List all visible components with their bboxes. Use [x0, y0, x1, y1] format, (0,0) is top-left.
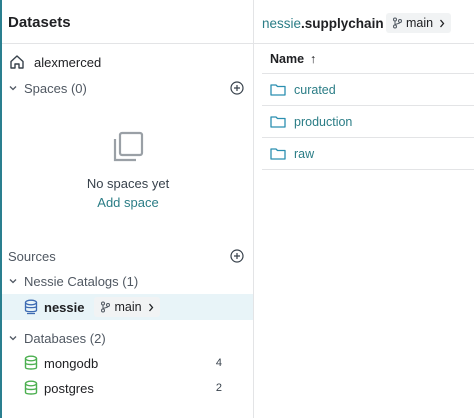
sort-ascending-icon: ↑ [310, 51, 317, 66]
spaces-empty-icon [110, 130, 146, 169]
nessie-source-icon [24, 299, 38, 315]
breadcrumb: nessie.supplychain [262, 16, 384, 31]
database-icon [24, 380, 38, 396]
chevron-down-icon [8, 333, 18, 343]
home-icon [8, 53, 26, 71]
nessie-branch-selector[interactable]: main [94, 297, 160, 317]
sidebar-title: Datasets [8, 14, 71, 31]
datasets-sidebar: Datasets alexmerced Spaces (0) No spaces… [2, 0, 254, 418]
source-item-nessie[interactable]: nessie main [2, 294, 254, 320]
postgres-label: postgres [44, 380, 94, 396]
databases-label: Databases (2) [24, 330, 106, 346]
chevron-down-icon [8, 276, 18, 286]
main-branch-selector[interactable]: main [386, 13, 452, 33]
chevron-right-icon [439, 19, 445, 28]
nessie-catalogs-label: Nessie Catalogs (1) [24, 273, 139, 289]
git-branch-icon [100, 301, 111, 313]
folder-name[interactable]: raw [294, 147, 314, 161]
mongodb-count: 4 [215, 357, 222, 369]
nessie-label: nessie [44, 299, 85, 315]
sources-heading: Sources [2, 244, 254, 268]
breadcrumb-source[interactable]: nessie [262, 16, 301, 31]
sidebar-header: Datasets [2, 0, 254, 44]
folder-name[interactable]: curated [294, 83, 336, 97]
add-space-link[interactable]: Add space [2, 195, 254, 210]
name-column-label: Name [270, 51, 305, 66]
spaces-section-toggle[interactable]: Spaces (0) [2, 76, 254, 100]
name-column-header[interactable]: Name ↑ [262, 44, 474, 74]
nessie-catalogs-toggle[interactable]: Nessie Catalogs (1) [2, 269, 254, 293]
main-panel: nessie.supplychain main Name ↑ curated p… [254, 0, 474, 418]
folder-icon [270, 115, 286, 128]
sources-label: Sources [8, 248, 56, 264]
spaces-label: Spaces (0) [24, 80, 87, 96]
source-item-postgres[interactable]: postgres 2 [2, 376, 254, 400]
chevron-down-icon [8, 83, 18, 93]
home-label: alexmerced [34, 54, 102, 70]
table-row[interactable]: production [262, 106, 474, 138]
source-item-mongodb[interactable]: mongodb 4 [2, 351, 254, 375]
breadcrumb-folder: supplychain [304, 16, 384, 31]
databases-toggle[interactable]: Databases (2) [2, 326, 254, 350]
add-space-icon[interactable] [230, 81, 244, 95]
main-branch-label: main [406, 16, 434, 30]
spaces-empty-state: No spaces yet Add space [2, 126, 254, 216]
folder-icon [270, 83, 286, 96]
postgres-count: 2 [215, 382, 222, 394]
add-source-icon[interactable] [230, 249, 244, 263]
main-header: nessie.supplychain main [254, 0, 474, 44]
mongodb-label: mongodb [44, 355, 99, 371]
empty-message: No spaces yet [86, 176, 170, 191]
chevron-right-icon [148, 303, 154, 312]
database-icon [24, 355, 38, 371]
table-row[interactable]: curated [262, 74, 474, 106]
nessie-branch-label: main [114, 300, 142, 314]
folder-name[interactable]: production [294, 115, 352, 129]
home-item[interactable]: alexmerced [2, 50, 254, 74]
git-branch-icon [392, 17, 402, 29]
table-row[interactable]: raw [262, 138, 474, 170]
folder-icon [270, 147, 286, 160]
